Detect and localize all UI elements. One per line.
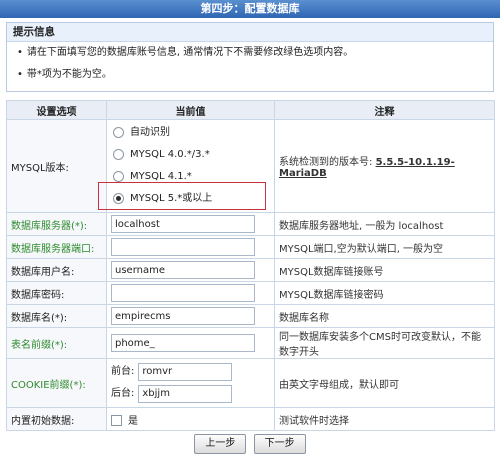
cookie-prefix-cell: 前台: 后台: xyxy=(106,358,275,408)
table-prefix-label: 表名前缀(*): xyxy=(6,327,107,359)
table-row: 数据库服务器(*): 数据库服务器地址, 一般为 localhost xyxy=(6,212,495,236)
notice-line: • 请在下面填写您的数据库账号信息, 通常情况下不需要修改绿色选项内容。 xyxy=(17,47,354,58)
db-server-note: 数据库服务器地址, 一般为 localhost xyxy=(274,212,495,236)
step-title-bar: 第四步：配置数据库 xyxy=(0,0,500,18)
db-name-input[interactable] xyxy=(111,307,255,325)
table-prefix-note: 同一数据库安装多个CMS时可改变默认，不能数字开头 xyxy=(274,327,495,359)
init-data-cell: 是 xyxy=(106,407,275,431)
db-server-input[interactable] xyxy=(111,215,255,233)
radio-option-mysql5[interactable]: MYSQL 5.*或以上 xyxy=(107,188,274,210)
init-data-checkbox[interactable] xyxy=(111,415,122,426)
cookie-back-label: 后台: xyxy=(111,388,135,399)
db-name-note: 数据库名称 xyxy=(274,304,495,328)
notice-title: 提示信息 xyxy=(7,23,493,42)
db-port-note: MYSQL端口,空为默认端口, 一般为空 xyxy=(274,235,495,259)
cookie-prefix-note: 由英文字母组成，默认即可 xyxy=(274,358,495,408)
db-port-input[interactable] xyxy=(111,238,255,256)
table-row: 数据库密码: MYSQL数据库链接密码 xyxy=(6,281,495,305)
table-header-row: 设置选项 当前值 注释 xyxy=(6,100,495,120)
table-row: 数据库服务器端口: MYSQL端口,空为默认端口, 一般为空 xyxy=(6,235,495,259)
mysql-version-note: 系统检测到的版本号: 5.5.5-10.1.19-MariaDB xyxy=(274,119,495,213)
db-password-input[interactable] xyxy=(111,284,255,302)
cookie-front-input[interactable] xyxy=(138,362,233,381)
db-server-label: 数据库服务器(*): xyxy=(6,212,107,236)
db-user-cell xyxy=(106,258,275,282)
step-title: 第四步：配置数据库 xyxy=(200,2,300,15)
init-data-note: 测试软件时选择 xyxy=(274,407,495,431)
db-config-table: 设置选项 当前值 注释 MYSQL版本: 自动识别 MYSQL 4.0.*/3.… xyxy=(6,100,495,431)
db-password-cell xyxy=(106,281,275,305)
radio-option-auto[interactable]: 自动识别 xyxy=(107,122,274,144)
radio-icon[interactable] xyxy=(113,126,124,138)
db-server-cell xyxy=(106,212,275,236)
table-row-cookie: COOKIE前缀(*): 前台: 后台: 由英文字母组成，默认即可 xyxy=(6,358,495,408)
mysql-version-label: MYSQL版本: xyxy=(6,119,107,213)
bullet-icon: • xyxy=(17,69,23,80)
button-bar: 上一步 下一步 xyxy=(0,434,500,458)
init-data-label: 内置初始数据: xyxy=(6,407,107,431)
table-prefix-input[interactable] xyxy=(111,334,255,352)
cookie-back-input[interactable] xyxy=(138,384,233,403)
bullet-icon: • xyxy=(17,47,23,58)
db-name-cell xyxy=(106,304,275,328)
table-row-mysql-version: MYSQL版本: 自动识别 MYSQL 4.0.*/3.* MYSQL 4.1.… xyxy=(6,119,495,213)
cookie-front-row: 前台: xyxy=(111,361,270,383)
radio-option-mysql40[interactable]: MYSQL 4.0.*/3.* xyxy=(107,144,274,166)
notice-panel: 提示信息 • 请在下面填写您的数据库账号信息, 通常情况下不需要修改绿色选项内容。… xyxy=(6,22,494,92)
header-note: 注释 xyxy=(274,100,495,120)
db-user-input[interactable] xyxy=(111,261,255,279)
radio-icon[interactable] xyxy=(113,148,124,160)
prev-step-button[interactable]: 上一步 xyxy=(194,434,247,454)
mysql-version-options: 自动识别 MYSQL 4.0.*/3.* MYSQL 4.1.* MYSQL 5… xyxy=(106,119,275,213)
db-user-note: MYSQL数据库链接账号 xyxy=(274,258,495,282)
init-data-option: 是 xyxy=(128,415,138,427)
cookie-prefix-label: COOKIE前缀(*): xyxy=(6,358,107,408)
radio-option-mysql41[interactable]: MYSQL 4.1.* xyxy=(107,166,274,188)
table-row: 内置初始数据: 是 测试软件时选择 xyxy=(6,407,495,431)
table-row: 数据库名(*): 数据库名称 xyxy=(6,304,495,328)
notice-line: • 带*项为不能为空。 xyxy=(17,69,112,80)
table-row: 表名前缀(*): 同一数据库安装多个CMS时可改变默认，不能数字开头 xyxy=(6,327,495,359)
db-port-label: 数据库服务器端口: xyxy=(6,235,107,259)
cookie-back-row: 后台: xyxy=(111,383,270,405)
db-name-label: 数据库名(*): xyxy=(6,304,107,328)
radio-selected-icon[interactable] xyxy=(113,192,124,204)
header-value: 当前值 xyxy=(106,100,275,120)
table-row: 数据库用户名: MYSQL数据库链接账号 xyxy=(6,258,495,282)
db-password-note: MYSQL数据库链接密码 xyxy=(274,281,495,305)
db-port-cell xyxy=(106,235,275,259)
header-option: 设置选项 xyxy=(6,100,107,120)
table-prefix-cell xyxy=(106,327,275,359)
db-password-label: 数据库密码: xyxy=(6,281,107,305)
radio-icon[interactable] xyxy=(113,170,124,182)
next-step-button[interactable]: 下一步 xyxy=(253,434,306,454)
db-user-label: 数据库用户名: xyxy=(6,258,107,282)
cookie-front-label: 前台: xyxy=(111,366,135,377)
